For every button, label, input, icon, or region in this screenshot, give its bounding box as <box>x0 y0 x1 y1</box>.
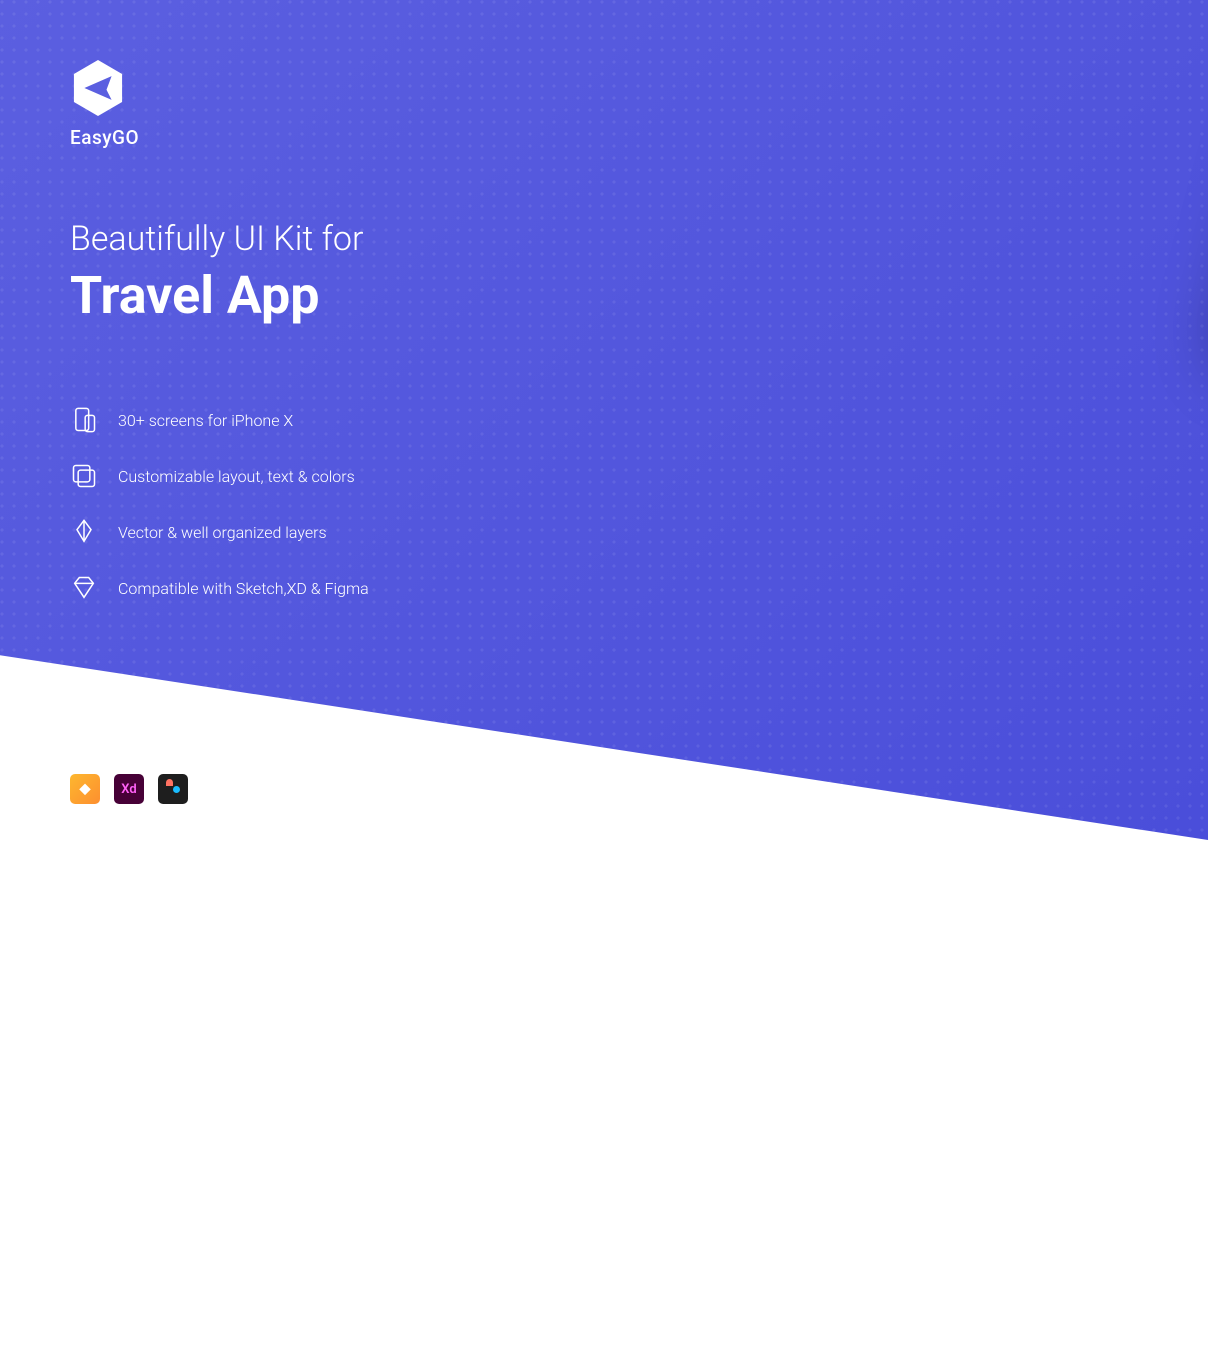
feature-text: Compatible with Sketch,XD & Figma <box>118 579 369 598</box>
brand-name: EasyGO <box>70 126 369 149</box>
headline-line1: Beautifully UI Kit for <box>70 219 369 259</box>
logo-hexagon-icon <box>70 60 126 116</box>
feature-text: Customizable layout, text & colors <box>118 467 355 486</box>
layers-icon <box>70 462 98 490</box>
left-content: EasyGO Beautifully UI Kit for Travel App… <box>70 60 369 602</box>
feature-item: Vector & well organized layers <box>70 518 369 546</box>
tool-icons: ◆ Xd <box>70 774 188 804</box>
feature-text: 30+ screens for iPhone X <box>118 411 293 430</box>
feature-item: Customizable layout, text & colors <box>70 462 369 490</box>
phone-icon <box>70 406 98 434</box>
feature-item: 30+ screens for iPhone X <box>70 406 369 434</box>
brand-logo: EasyGO <box>70 60 369 149</box>
sketch-icon: ◆ <box>70 774 100 804</box>
headline: Beautifully UI Kit for Travel App <box>70 219 369 326</box>
feature-list: 30+ screens for iPhone X Customizable la… <box>70 406 369 602</box>
diamond-icon <box>70 574 98 602</box>
xd-icon: Xd <box>114 774 144 804</box>
headline-line2: Travel App <box>70 265 369 326</box>
pen-icon <box>70 518 98 546</box>
feature-item: Compatible with Sketch,XD & Figma <box>70 574 369 602</box>
promo-canvas: EasyGO Beautifully UI Kit for Travel App… <box>0 0 1208 840</box>
figma-icon <box>158 774 188 804</box>
plane-icon <box>81 71 115 105</box>
feature-text: Vector & well organized layers <box>118 523 327 542</box>
